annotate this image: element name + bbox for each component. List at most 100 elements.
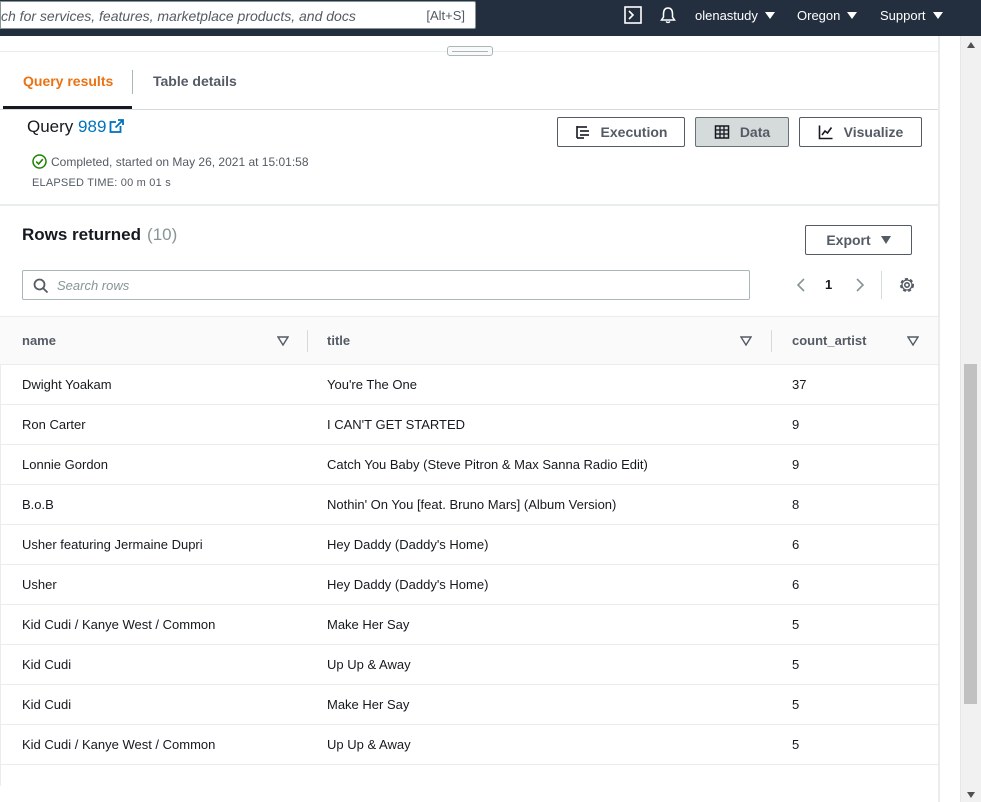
cell-count-artist: 5	[792, 657, 800, 672]
bell-icon	[660, 7, 676, 24]
tab-table-details[interactable]: Table details	[153, 73, 237, 89]
pagination-divider	[881, 271, 882, 299]
cell-title: Hey Daddy (Daddy's Home)	[327, 577, 489, 592]
region-name: Oregon	[797, 7, 841, 23]
cell-count-artist: 5	[792, 737, 800, 752]
query-id-link[interactable]: 989	[78, 117, 125, 136]
terminal-icon	[624, 6, 642, 24]
table-row: Lonnie Gordon Catch You Baby (Steve Pitr…	[0, 445, 938, 485]
execution-label: Execution	[600, 124, 668, 140]
account-menu[interactable]: olenastudy	[695, 0, 775, 30]
query-label: Query	[27, 117, 74, 136]
gear-icon[interactable]	[897, 275, 917, 295]
cell-count-artist: 6	[792, 537, 800, 552]
execution-button[interactable]: Execution	[557, 117, 685, 147]
table-header: name title count_artist	[0, 316, 938, 365]
cell-count-artist: 6	[792, 577, 800, 592]
cell-name: Kid Cudi / Kanye West / Common	[22, 617, 216, 632]
support-menu[interactable]: Support	[880, 0, 943, 30]
current-page-number[interactable]: 1	[825, 277, 832, 292]
cell-title: Up Up & Away	[327, 657, 411, 672]
external-link-icon	[110, 119, 125, 133]
column-header-count-artist[interactable]: count_artist	[792, 333, 866, 348]
cell-count-artist: 5	[792, 617, 800, 632]
column-header-name[interactable]: name	[22, 333, 56, 348]
query-status-text: Completed, started on May 26, 2021 at 15…	[51, 154, 309, 169]
tab-query-results[interactable]: Query results	[23, 73, 113, 89]
cell-name: Ron Carter	[22, 417, 86, 432]
cell-name: Kid Cudi / Kanye West / Common	[22, 737, 216, 752]
cell-name: Usher featuring Jermaine Dupri	[22, 537, 203, 552]
cell-name: Kid Cudi	[22, 697, 72, 712]
search-rows-input[interactable]	[57, 275, 737, 295]
panel-resize-handle[interactable]	[447, 46, 493, 56]
cell-title: Make Her Say	[327, 697, 410, 712]
column-separator[interactable]	[307, 330, 308, 352]
caret-down-icon	[847, 11, 858, 19]
tabs-bottom-divider	[0, 109, 938, 110]
account-name: olenastudy	[695, 7, 758, 23]
column-header-title[interactable]: title	[327, 333, 350, 348]
sort-triangle-icon[interactable]	[907, 336, 919, 346]
table-row: B.o.B Nothin' On You [feat. Bruno Mars] …	[0, 485, 938, 525]
table-row: Usher Hey Daddy (Daddy's Home) 6	[0, 565, 938, 605]
table-row: Dwight Yoakam You're The One 37	[0, 365, 938, 405]
query-status: Completed, started on May 26, 2021 at 15…	[32, 154, 309, 169]
cell-title: Hey Daddy (Daddy's Home)	[327, 537, 489, 552]
table-row: Usher featuring Jermaine Dupri Hey Daddy…	[0, 525, 938, 565]
search-rows-field[interactable]	[22, 270, 750, 300]
search-shortcut-hint: [Alt+S]	[426, 8, 465, 23]
cell-count-artist: 37	[792, 377, 807, 392]
line-chart-icon	[818, 125, 833, 140]
cell-title: Nothin' On You [feat. Bruno Mars] (Album…	[327, 497, 617, 512]
page-scrollbar[interactable]	[960, 36, 981, 802]
data-button[interactable]: Data	[695, 117, 789, 147]
chevron-right-icon[interactable]	[853, 277, 867, 293]
cell-name: Lonnie Gordon	[22, 457, 109, 472]
rows-returned-heading: Rows returned (10)	[22, 225, 177, 245]
table-row: Kid Cudi / Kanye West / Common Make Her …	[0, 605, 938, 645]
cell-count-artist: 9	[792, 457, 800, 472]
caret-down-icon	[880, 236, 891, 244]
support-label: Support	[880, 7, 926, 23]
notifications-button[interactable]	[659, 0, 677, 30]
cell-name: Kid Cudi	[22, 657, 72, 672]
sort-triangle-icon[interactable]	[277, 336, 289, 346]
region-menu[interactable]: Oregon	[797, 0, 858, 30]
content-edge-divider	[938, 36, 940, 802]
tab-divider	[132, 70, 133, 94]
chevron-left-icon[interactable]	[794, 277, 808, 293]
table-body: Dwight Yoakam You're The One 37 Ron Cart…	[0, 365, 938, 765]
caret-down-icon	[764, 11, 775, 19]
cell-count-artist: 5	[792, 697, 800, 712]
scroll-down-arrow-icon[interactable]	[967, 792, 975, 798]
scrollbar-thumb[interactable]	[964, 364, 977, 704]
global-search-placeholder: ch for services, features, marketplace p…	[1, 8, 356, 24]
cell-title: Catch You Baby (Steve Pitron & Max Sanna…	[327, 457, 648, 472]
rows-returned-title: Rows returned	[22, 225, 142, 244]
cell-name: Dwight Yoakam	[22, 377, 112, 392]
table-row: Kid Cudi Up Up & Away 5	[0, 645, 938, 685]
section-divider	[0, 204, 938, 206]
table-row: Kid Cudi / Kanye West / Common Up Up & A…	[0, 725, 938, 765]
cell-count-artist: 8	[792, 497, 800, 512]
sort-triangle-icon[interactable]	[740, 336, 752, 346]
cell-name: B.o.B	[22, 497, 54, 512]
cell-title: Up Up & Away	[327, 737, 411, 752]
cloudshell-button[interactable]	[624, 0, 642, 30]
query-title: Query 989	[27, 117, 125, 137]
column-separator[interactable]	[771, 330, 772, 352]
top-navigation-bar: ch for services, features, marketplace p…	[0, 0, 981, 36]
data-label: Data	[739, 124, 771, 140]
cell-title: Make Her Say	[327, 617, 410, 632]
rows-returned-count: (10)	[147, 225, 178, 244]
cell-name: Usher	[22, 577, 57, 592]
visualize-label: Visualize	[843, 124, 904, 140]
visualize-button[interactable]: Visualize	[799, 117, 922, 147]
scroll-up-arrow-icon[interactable]	[967, 42, 975, 48]
cell-count-artist: 9	[792, 417, 800, 432]
table-row: Kid Cudi Make Her Say 5	[0, 685, 938, 725]
export-button[interactable]: Export	[805, 225, 912, 255]
cell-title: You're The One	[327, 377, 417, 392]
global-search-bar[interactable]: ch for services, features, marketplace p…	[0, 1, 476, 29]
